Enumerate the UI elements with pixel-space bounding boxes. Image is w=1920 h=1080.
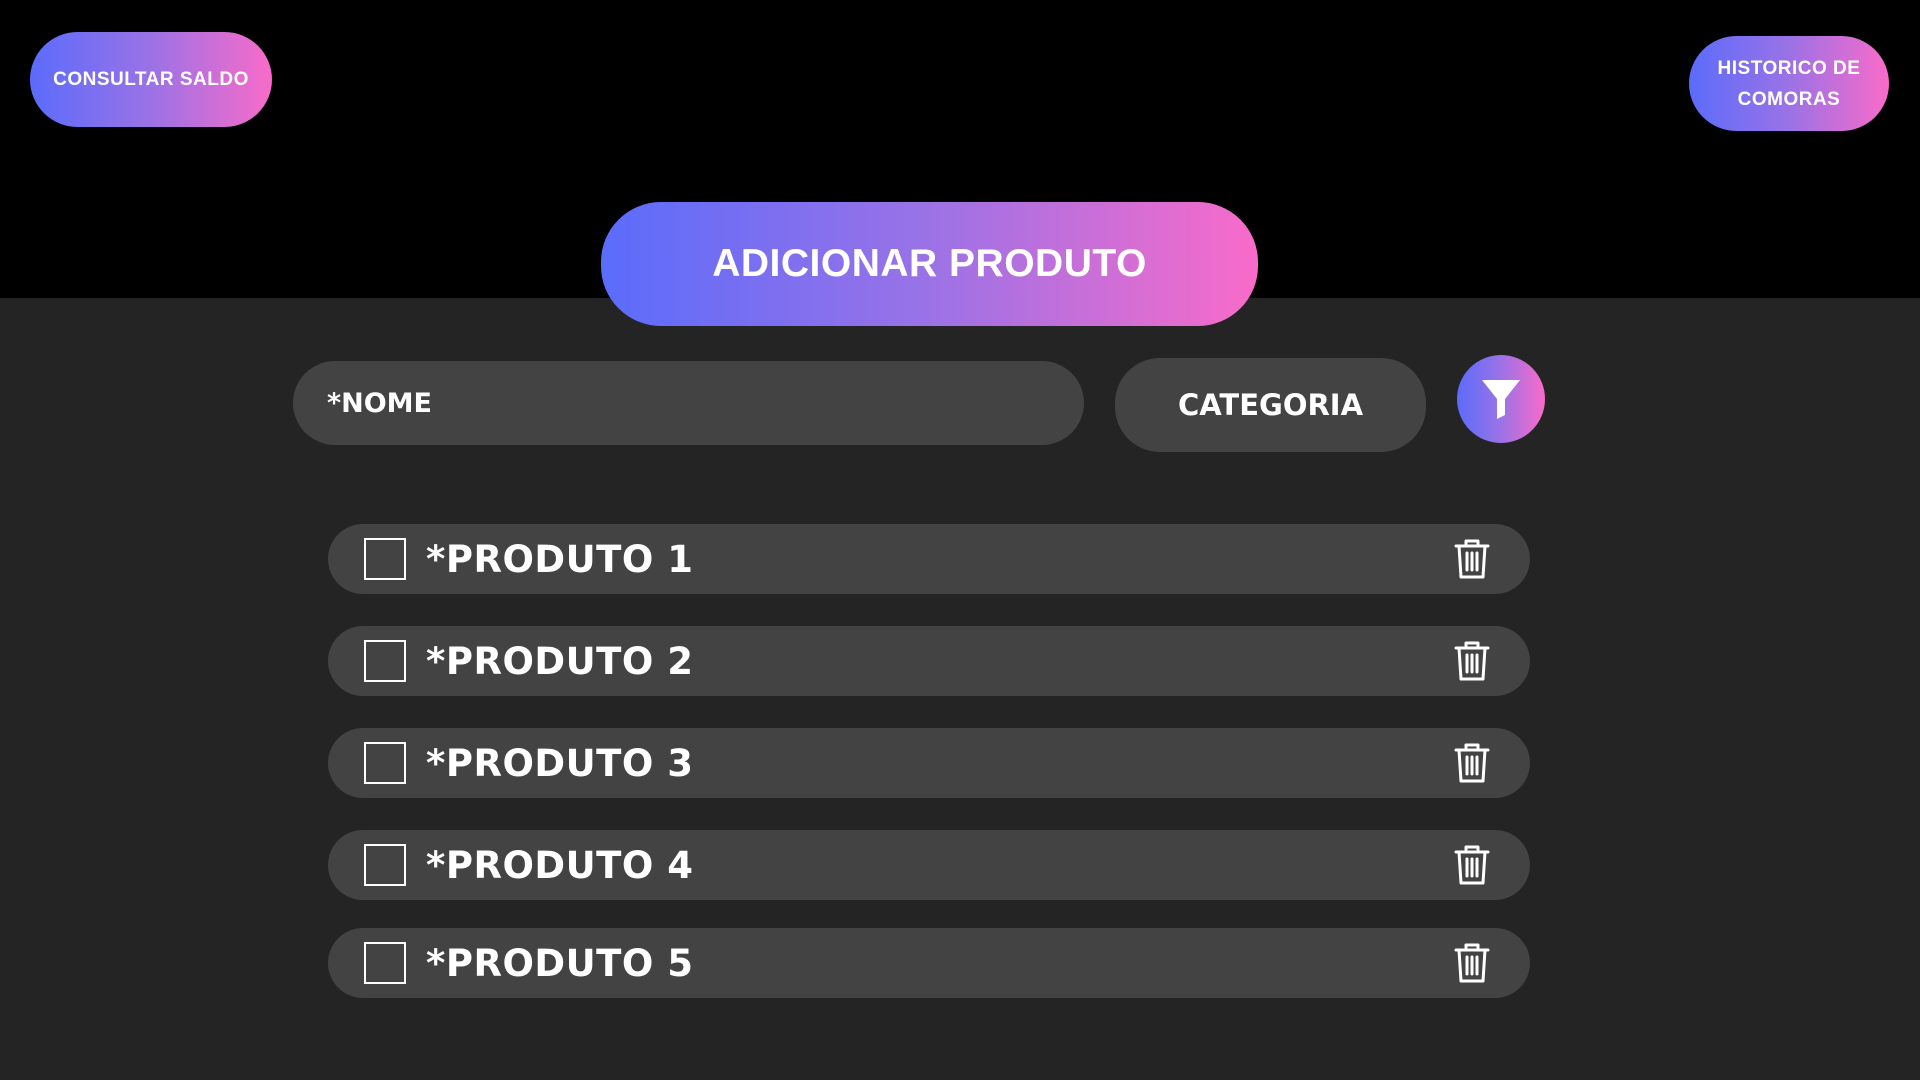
list-item: *PRODUTO 4 bbox=[328, 830, 1530, 900]
product-label: *PRODUTO 5 bbox=[426, 941, 694, 985]
product-name-placeholder: *NOME bbox=[327, 387, 432, 419]
filter-icon bbox=[1482, 380, 1520, 419]
consultar-saldo-button[interactable]: CONSULTAR SALDO bbox=[30, 32, 272, 127]
product-label: *PRODUTO 4 bbox=[426, 843, 694, 887]
trash-icon[interactable] bbox=[1450, 842, 1494, 888]
list-item: *PRODUTO 1 bbox=[328, 524, 1530, 594]
trash-icon[interactable] bbox=[1450, 536, 1494, 582]
product-label: *PRODUTO 3 bbox=[426, 741, 694, 785]
list-item: *PRODUTO 2 bbox=[328, 626, 1530, 696]
list-item: *PRODUTO 5 bbox=[328, 928, 1530, 998]
trash-icon[interactable] bbox=[1450, 940, 1494, 986]
product-name-input[interactable]: *NOME bbox=[293, 361, 1084, 445]
trash-icon[interactable] bbox=[1450, 740, 1494, 786]
product-label: *PRODUTO 2 bbox=[426, 639, 694, 683]
historico-compras-button[interactable]: HISTORICO DE COMORAS bbox=[1689, 36, 1889, 131]
checkbox[interactable] bbox=[364, 844, 406, 886]
checkbox[interactable] bbox=[364, 538, 406, 580]
page: CONSULTAR SALDO HISTORICO DE COMORAS ADI… bbox=[0, 0, 1920, 1080]
checkbox[interactable] bbox=[364, 742, 406, 784]
checkbox[interactable] bbox=[364, 942, 406, 984]
checkbox[interactable] bbox=[364, 640, 406, 682]
product-label: *PRODUTO 1 bbox=[426, 537, 694, 581]
filter-button[interactable] bbox=[1457, 355, 1545, 443]
trash-icon[interactable] bbox=[1450, 638, 1494, 684]
list-item: *PRODUTO 3 bbox=[328, 728, 1530, 798]
adicionar-produto-button[interactable]: ADICIONAR PRODUTO bbox=[601, 202, 1258, 326]
category-select[interactable]: CATEGORIA bbox=[1115, 358, 1426, 452]
category-label: CATEGORIA bbox=[1177, 388, 1364, 422]
